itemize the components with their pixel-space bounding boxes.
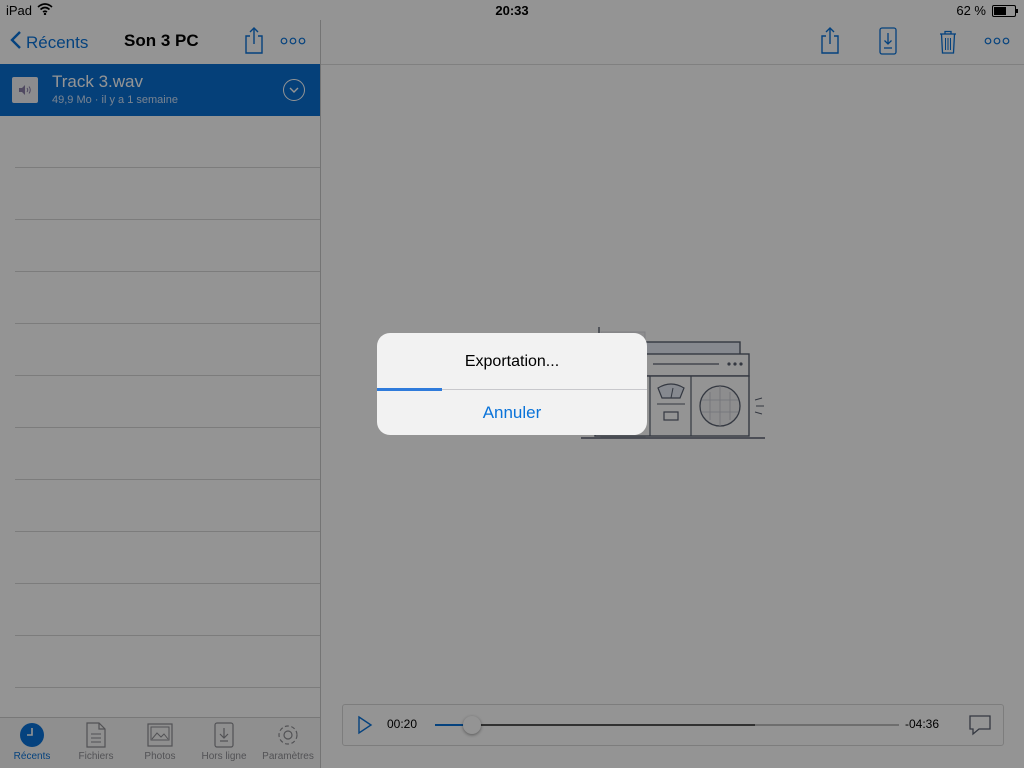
dialog-title: Exportation... [464,353,560,370]
export-progress-dialog: Exportation... Annuler [377,333,647,435]
cancel-button[interactable]: Annuler [377,391,647,435]
